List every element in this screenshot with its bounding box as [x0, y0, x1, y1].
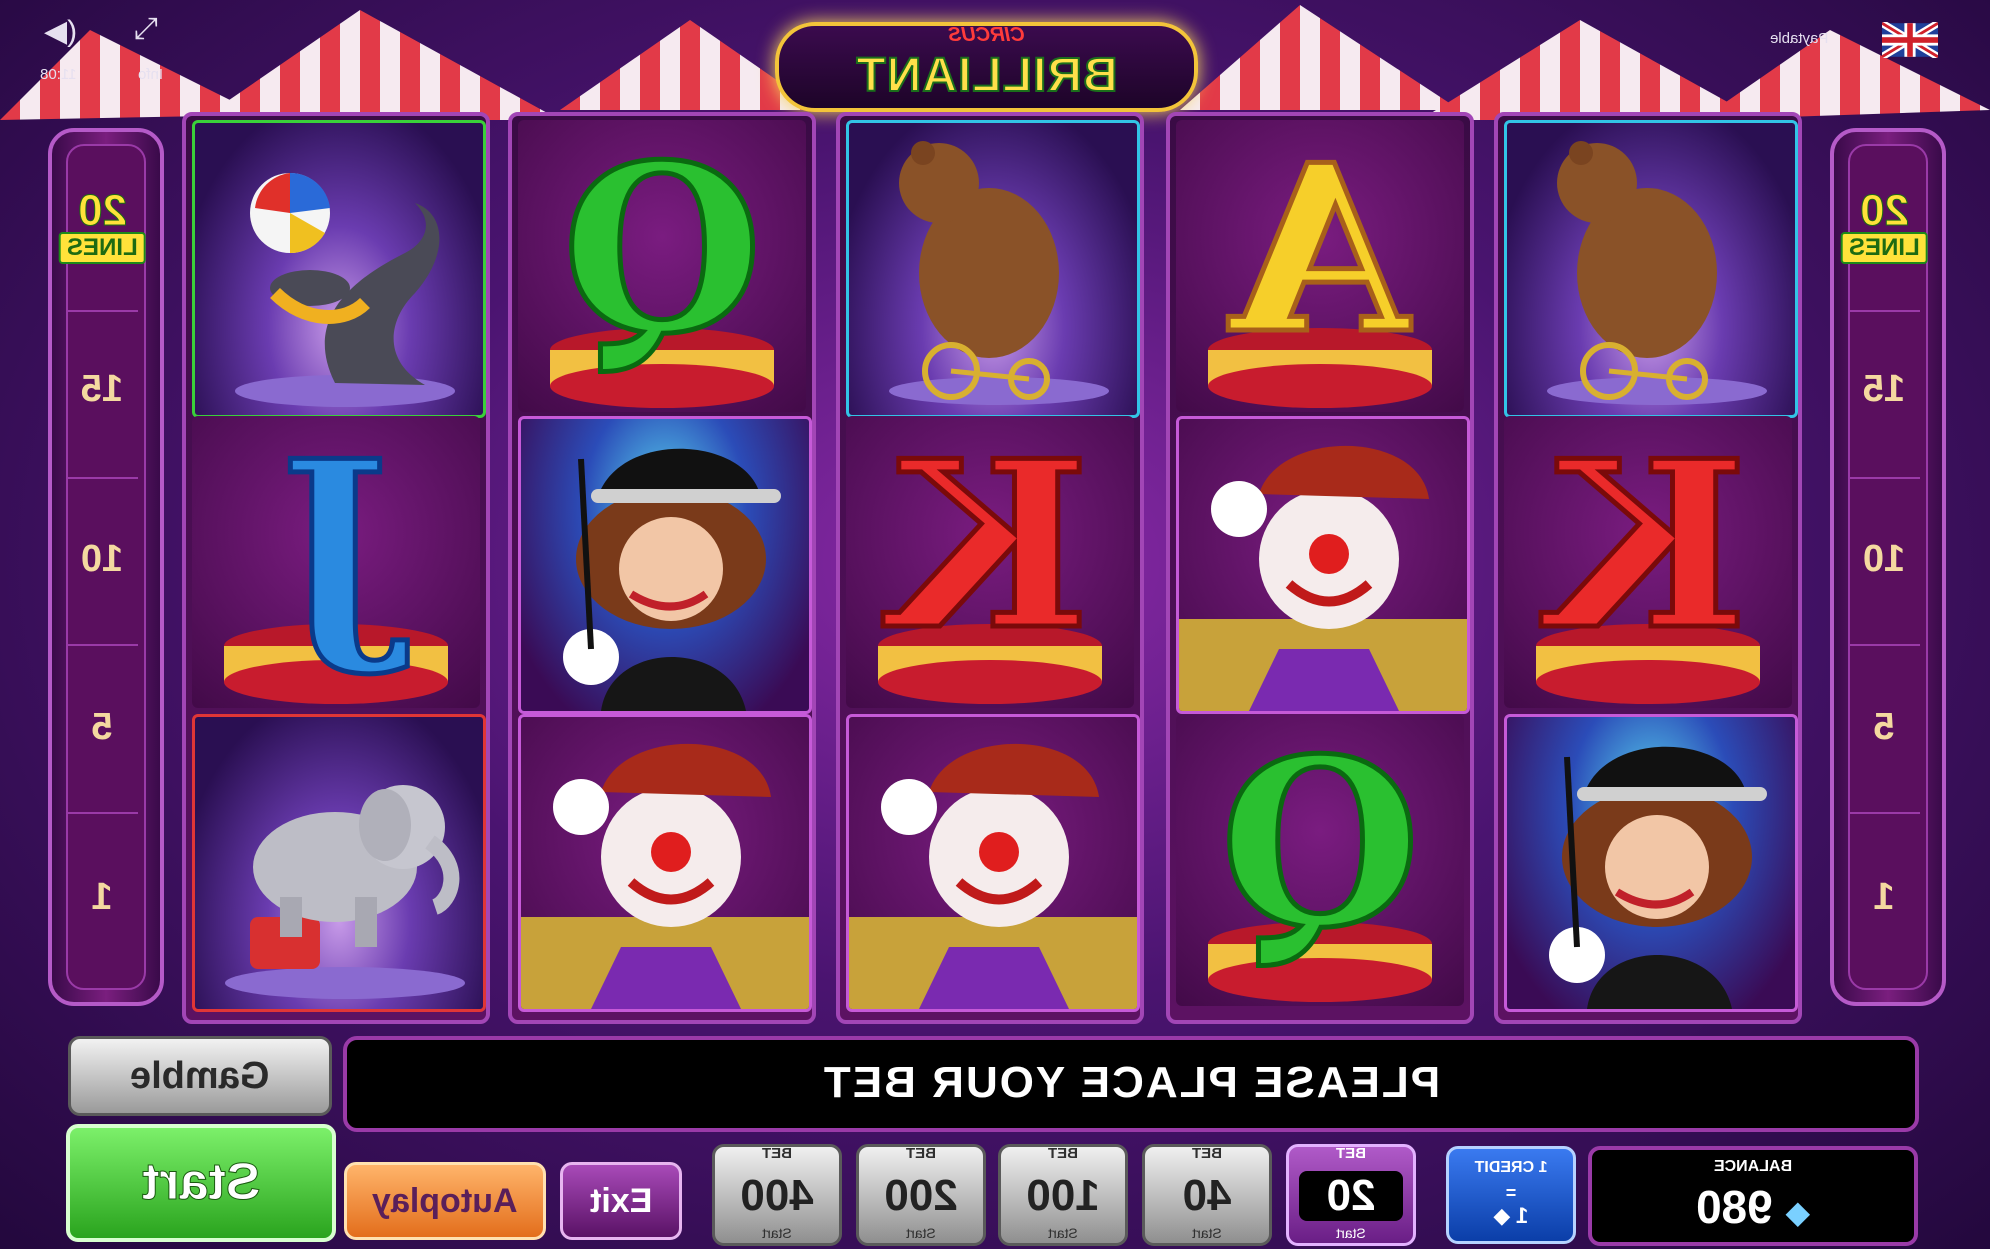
- symbol-letter-Q: Q: [518, 120, 806, 412]
- symbol-letter-A: A: [1176, 120, 1464, 412]
- credit-value-row: ◆ 1: [1449, 1203, 1573, 1229]
- balance-value-row: 980 ◆: [1592, 1180, 1914, 1234]
- speaker-icon[interactable]: ◀): [44, 14, 77, 49]
- credit-denomination-button[interactable]: 1 CREDIT = ◆ 1: [1446, 1146, 1576, 1244]
- bet-100-button[interactable]: BET 100 Start: [998, 1144, 1128, 1246]
- symbol-clown: [518, 714, 812, 1012]
- message-text: PLEASE PLACE YOUR BET: [821, 1058, 1441, 1107]
- line-marker[interactable]: 1: [1848, 876, 1920, 919]
- bet-value: 400: [740, 1171, 814, 1220]
- lines-badge-left: 20 LINES: [58, 186, 146, 264]
- lines-word: LINES: [58, 232, 146, 264]
- reel-3: K: [836, 112, 1144, 1024]
- symbol-seal: [192, 120, 486, 418]
- balance-value: 980: [1695, 1181, 1773, 1233]
- bet-200-button[interactable]: BET 200 Start: [856, 1144, 986, 1246]
- logo-circus-text: CIRCUS: [948, 24, 1025, 46]
- balance-display: BALANCE 980 ◆: [1588, 1146, 1918, 1246]
- uk-flag-icon[interactable]: [1882, 22, 1938, 58]
- symbol-clown: [846, 714, 1140, 1012]
- logo-brilliant-text: BRILLIANT: [854, 48, 1118, 103]
- symbol-bear: [1504, 120, 1798, 418]
- line-marker[interactable]: 1: [66, 876, 138, 919]
- bet-value: 200: [884, 1171, 958, 1220]
- reel-4: A Q: [1166, 112, 1474, 1024]
- credit-value: 1: [1516, 1203, 1529, 1228]
- bet-caption: BET: [1336, 1145, 1366, 1162]
- symbol-letter-K: K: [846, 416, 1134, 708]
- bet-caption: BET: [762, 1145, 792, 1162]
- lines-count: 20: [77, 186, 127, 236]
- lines-word: LINES: [1840, 232, 1928, 264]
- symbol-ringmaster-lady: [1504, 714, 1798, 1012]
- diamond-icon: ◆: [1493, 1203, 1511, 1228]
- symbol-letter-K: K: [1504, 416, 1792, 708]
- bet-start-label: Start: [1336, 1225, 1366, 1241]
- line-marker[interactable]: 5: [1848, 706, 1920, 749]
- bet-400-button[interactable]: BET 400 Start: [712, 1144, 842, 1246]
- lines-count: 20: [1859, 186, 1909, 236]
- message-bar: PLEASE PLACE YOUR BET: [343, 1036, 1919, 1132]
- bet-value: 100: [1026, 1171, 1100, 1220]
- fullscreen-icon[interactable]: ⤢: [134, 12, 158, 46]
- symbol-ringmaster-lady: [518, 416, 812, 714]
- symbol-elephant: [192, 714, 486, 1012]
- credit-label: 1 CREDIT: [1474, 1159, 1548, 1176]
- reel-2: Q: [508, 112, 816, 1024]
- svg-text:K: K: [1541, 416, 1748, 681]
- right-lines-panel: 20 LINES 15 10 5 1: [1830, 128, 1946, 1006]
- svg-text:K: K: [883, 416, 1090, 681]
- start-label: Start: [141, 1153, 261, 1212]
- bet-value: 40: [1182, 1171, 1232, 1220]
- bet-value: 20: [1326, 1171, 1376, 1220]
- reel-1: J: [182, 112, 490, 1024]
- line-marker[interactable]: 10: [66, 538, 138, 581]
- line-marker[interactable]: 10: [1848, 538, 1920, 581]
- clock-text: 11:08: [40, 66, 77, 83]
- line-marker[interactable]: 5: [66, 706, 138, 749]
- bet-caption: BET: [906, 1145, 936, 1162]
- exit-label: Exit: [589, 1182, 653, 1220]
- balance-label: BALANCE: [1713, 1158, 1793, 1175]
- symbol-bear: [846, 120, 1140, 418]
- line-marker[interactable]: 15: [1848, 368, 1920, 411]
- autoplay-label: Autoplay: [372, 1182, 518, 1220]
- bet-start-label: Start: [1048, 1225, 1078, 1241]
- exit-button[interactable]: Exit: [560, 1162, 682, 1240]
- bet-caption: BET: [1048, 1145, 1078, 1162]
- bet-caption: BET: [1192, 1145, 1222, 1162]
- diamond-icon: ◆: [1785, 1194, 1811, 1230]
- info-text[interactable]: Info: [138, 66, 163, 83]
- bet-40-button[interactable]: BET 40 Start: [1142, 1144, 1272, 1246]
- reel-5: K: [1494, 112, 1802, 1024]
- autoplay-button[interactable]: Autoplay: [344, 1162, 546, 1240]
- bet-start-label: Start: [762, 1225, 792, 1241]
- svg-text:J: J: [282, 416, 408, 681]
- gamble-button[interactable]: Gamble: [68, 1036, 332, 1116]
- gamble-label: Gamble: [130, 1055, 270, 1097]
- bet-20-button[interactable]: BET 20 Start: [1286, 1144, 1416, 1246]
- line-marker[interactable]: 15: [66, 368, 138, 411]
- lines-badge-right: 20 LINES: [1840, 186, 1928, 264]
- svg-text:Q: Q: [1220, 714, 1420, 979]
- bet-start-label: Start: [906, 1225, 936, 1241]
- game-logo: CIRCUS BRILLIANT: [775, 22, 1198, 112]
- symbol-clown: [1176, 416, 1470, 714]
- left-lines-panel: 20 LINES 15 10 5 1: [48, 128, 164, 1006]
- svg-text:Q: Q: [562, 120, 762, 385]
- paytable-link[interactable]: Paytable: [1770, 30, 1828, 47]
- symbol-letter-Q: Q: [1176, 714, 1464, 1006]
- credit-equals: =: [1505, 1183, 1517, 1203]
- svg-text:A: A: [1227, 120, 1411, 385]
- start-button[interactable]: Start: [66, 1124, 336, 1242]
- symbol-letter-J: J: [192, 416, 480, 708]
- bet-start-label: Start: [1192, 1225, 1222, 1241]
